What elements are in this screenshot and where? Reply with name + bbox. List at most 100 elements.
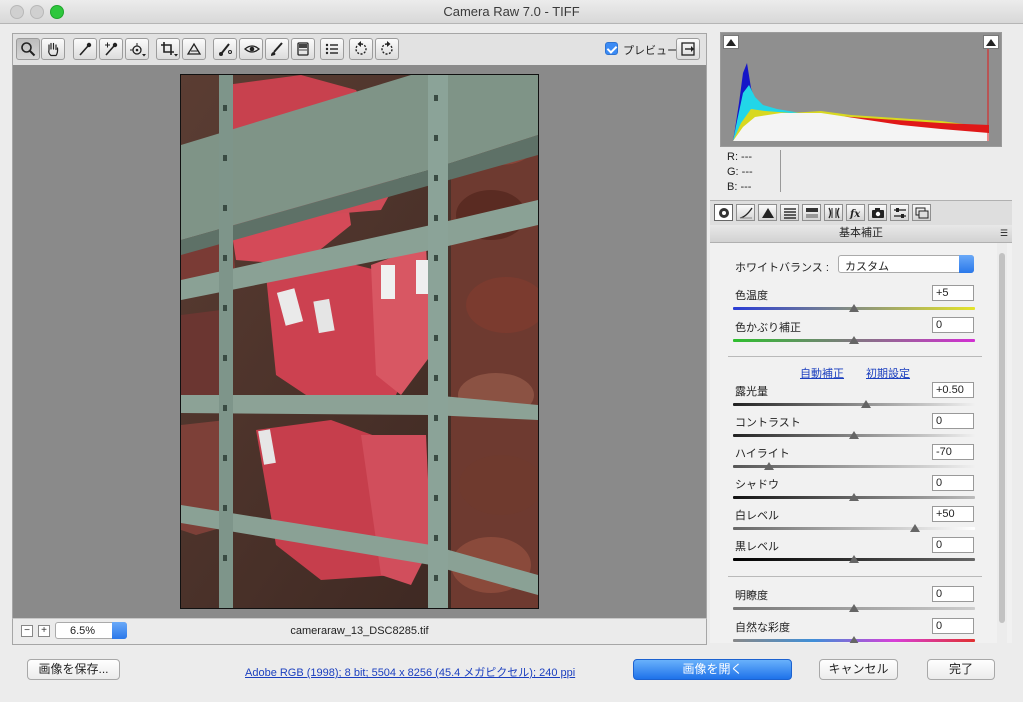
shadow-clipping-toggle[interactable] [723, 35, 739, 49]
temperature-field[interactable]: +5 [932, 285, 974, 301]
triangle-up-icon [726, 39, 736, 46]
rotate-cw-button[interactable] [375, 38, 399, 60]
adjustment-brush-tool-button[interactable] [265, 38, 289, 60]
whites-label: 白レベル [735, 510, 779, 522]
rotate-ccw-button[interactable] [349, 38, 373, 60]
save-image-button[interactable]: 画像を保存... [27, 659, 120, 680]
temperature-slider-thumb[interactable] [849, 304, 859, 312]
meat-rack-photo [181, 75, 538, 608]
target-adjust-icon [130, 43, 146, 57]
b-readout: B: --- [727, 181, 752, 193]
shadows-label: シャドウ [735, 479, 779, 491]
vibrance-label: 自然な彩度 [735, 622, 790, 634]
tab-presets[interactable] [890, 204, 909, 221]
red-eye-tool-button[interactable] [239, 38, 263, 60]
magnifier-icon [21, 42, 36, 57]
tone-curve-icon [739, 207, 753, 219]
contrast-slider-thumb[interactable] [849, 431, 859, 439]
panel-scrollbar-thumb[interactable] [999, 253, 1005, 623]
tint-slider-thumb[interactable] [849, 336, 859, 344]
clarity-slider-thumb[interactable] [849, 604, 859, 612]
straighten-icon [186, 42, 202, 55]
workflow-options-link[interactable]: Adobe RGB (1998); 8 bit; 5504 x 8256 (45… [245, 664, 575, 680]
preview-image[interactable] [180, 74, 539, 609]
preferences-button[interactable] [320, 38, 344, 60]
image-canvas[interactable] [12, 65, 707, 619]
whites-field[interactable]: +50 [932, 506, 974, 522]
straighten-tool-button[interactable] [182, 38, 206, 60]
window-title: Camera Raw 7.0 - TIFF [443, 4, 580, 19]
vibrance-slider-thumb[interactable] [849, 636, 859, 643]
clarity-label: 明瞭度 [735, 590, 768, 602]
targeted-adjustment-tool-button[interactable] [125, 38, 149, 60]
highlights-field[interactable]: -70 [932, 444, 974, 460]
zoom-tool-button[interactable] [16, 38, 40, 60]
detail-triangle-icon [762, 208, 774, 218]
file-name: cameraraw_13_DSC8285.tif [290, 625, 429, 637]
tab-tone-curve[interactable] [736, 204, 755, 221]
default-settings-link[interactable]: 初期設定 [866, 365, 910, 381]
hand-icon [48, 42, 59, 57]
rgb-readout: R: --- G: --- B: --- [727, 150, 753, 195]
highlights-slider-thumb[interactable] [764, 462, 775, 470]
histogram-graph [721, 33, 1001, 146]
spot-removal-tool-button[interactable] [213, 38, 237, 60]
open-image-button[interactable]: 画像を開く [633, 659, 792, 680]
aperture-icon [719, 208, 729, 218]
exposure-field[interactable]: +0.50 [932, 382, 974, 398]
readout-divider [780, 150, 781, 192]
graduated-filter-icon [297, 42, 309, 56]
highlight-clipping-toggle[interactable] [983, 35, 999, 49]
panel-title: 基本補正 [839, 227, 883, 239]
blacks-slider-thumb[interactable] [849, 555, 859, 563]
exposure-slider-thumb[interactable] [861, 400, 872, 408]
preview-label: プレビュー [623, 45, 678, 57]
histogram [720, 32, 1002, 147]
hand-tool-button[interactable] [41, 38, 65, 60]
vibrance-field[interactable]: 0 [932, 618, 974, 634]
tab-hsl[interactable] [780, 204, 799, 221]
panel-scrollbar[interactable] [997, 243, 1007, 643]
exposure-slider-track[interactable] [733, 403, 975, 406]
contrast-field[interactable]: 0 [932, 413, 974, 429]
clarity-field[interactable]: 0 [932, 586, 974, 602]
shadows-field[interactable]: 0 [932, 475, 974, 491]
camera-icon [872, 208, 884, 218]
crop-tool-button[interactable] [156, 38, 180, 60]
preview-checkbox[interactable] [605, 42, 618, 55]
panel-menu-icon[interactable]: ☰ [1000, 225, 1008, 242]
highlights-label: ハイライト [735, 448, 790, 460]
whites-slider-track[interactable] [733, 527, 975, 530]
tab-snapshots[interactable] [912, 204, 931, 221]
blacks-field[interactable]: 0 [932, 537, 974, 553]
tab-detail[interactable] [758, 204, 777, 221]
white-balance-tool-button[interactable] [73, 38, 97, 60]
white-balance-select[interactable]: カスタム [838, 255, 974, 273]
tab-camera-calibration[interactable] [868, 204, 887, 221]
auto-adjust-link[interactable]: 自動補正 [800, 365, 844, 381]
basic-panel: ホワイトバランス : カスタム 色温度 +5 色かぶり補正 0 自動補正 初期設… [710, 243, 1012, 643]
white-balance-label: ホワイトバランス : [735, 262, 829, 274]
fullscreen-toggle-button[interactable] [676, 38, 700, 60]
rotate-left-icon [355, 41, 367, 55]
color-sampler-tool-button[interactable] [99, 38, 123, 60]
cancel-button[interactable]: キャンセル [819, 659, 898, 680]
tab-lens-corrections[interactable] [824, 204, 843, 221]
done-button[interactable]: 完了 [927, 659, 995, 680]
shadows-slider-thumb[interactable] [849, 493, 859, 501]
white-balance-value: カスタム [845, 261, 889, 273]
tab-split-toning[interactable] [802, 204, 821, 221]
tint-field[interactable]: 0 [932, 317, 974, 333]
tint-label: 色かぶり補正 [735, 322, 801, 334]
fx-icon: fx [849, 209, 861, 219]
tab-effects[interactable]: fx [846, 204, 865, 221]
graduated-filter-tool-button[interactable] [291, 38, 315, 60]
brush-icon [271, 42, 283, 56]
tool-bar: プレビュー [12, 33, 707, 66]
whites-slider-thumb[interactable] [909, 524, 920, 532]
section-divider [728, 576, 982, 577]
tab-basic[interactable] [714, 204, 733, 221]
list-icon [325, 43, 338, 55]
title-bar: Camera Raw 7.0 - TIFF [0, 0, 1023, 24]
blacks-label: 黒レベル [735, 541, 779, 553]
